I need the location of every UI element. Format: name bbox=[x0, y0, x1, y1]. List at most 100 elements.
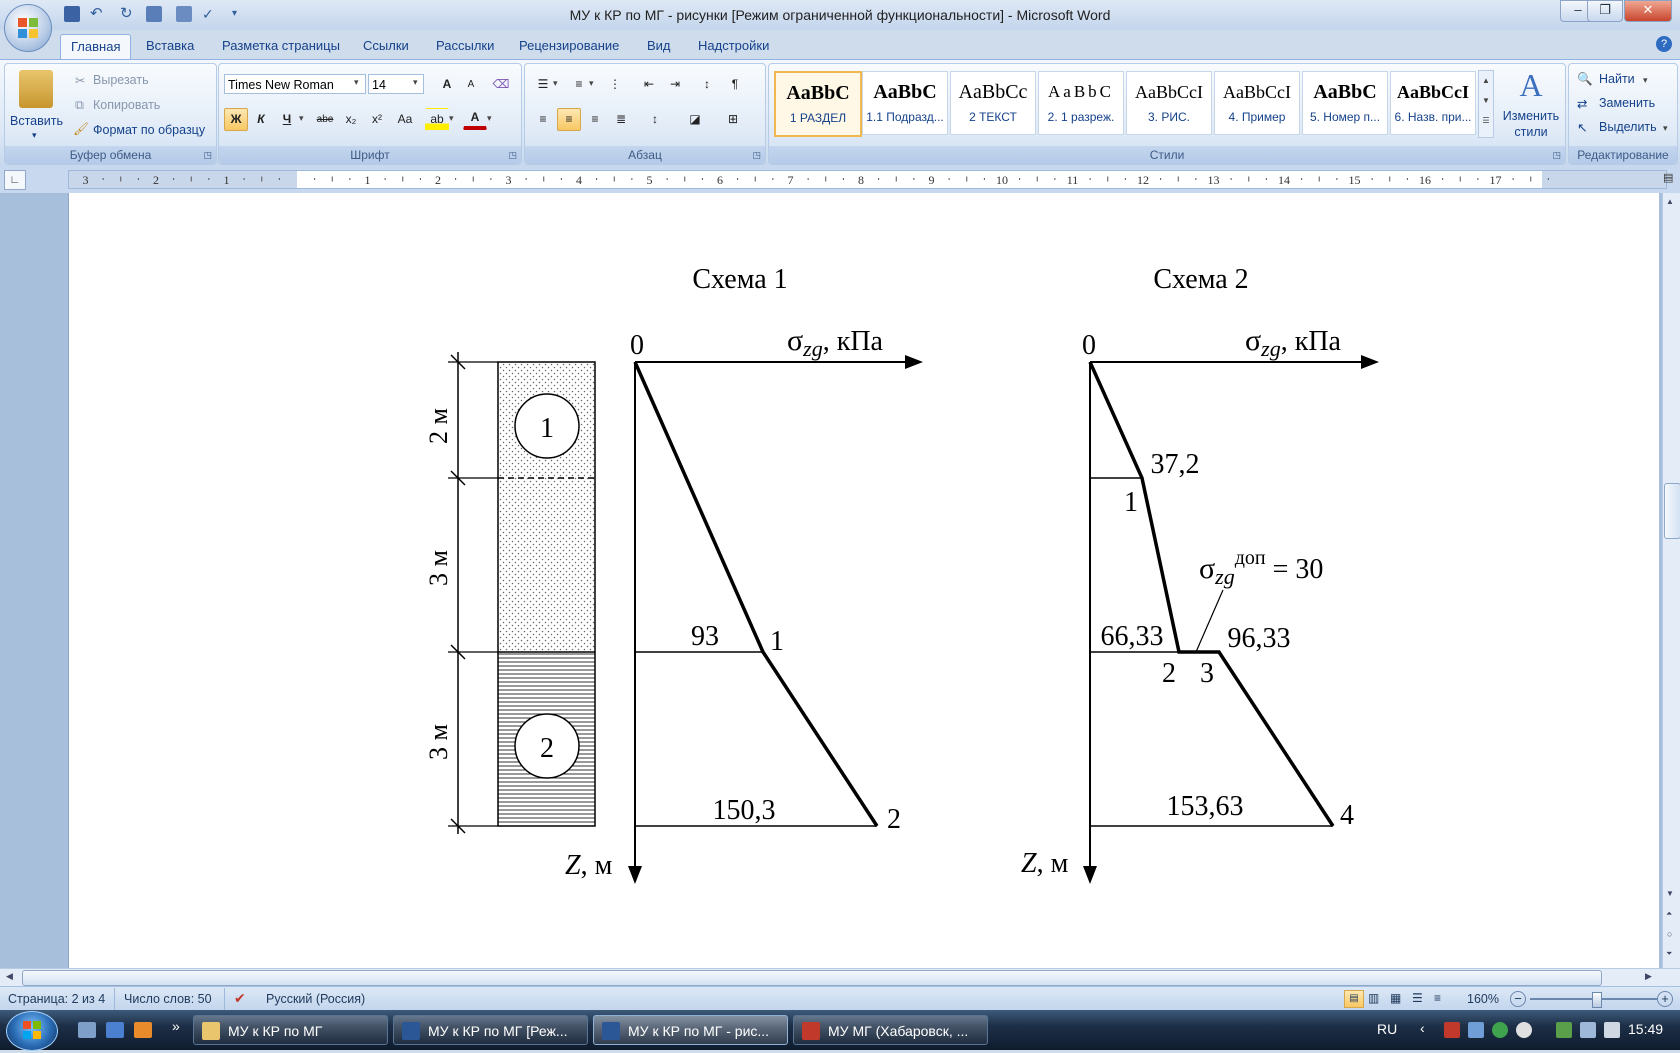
scroll-up-icon[interactable]: ▲ bbox=[1666, 197, 1674, 206]
format-painter-button[interactable]: Формат по образцу bbox=[93, 123, 205, 137]
bullets-icon[interactable]: ☰ bbox=[531, 73, 555, 96]
numbering-icon[interactable]: ≡ bbox=[567, 73, 591, 96]
horizontal-scrollbar[interactable]: ◀ ▶ bbox=[0, 968, 1680, 987]
print-preview-icon[interactable] bbox=[146, 6, 162, 22]
tray-app-icon[interactable] bbox=[1516, 1022, 1532, 1038]
ruler-strip[interactable]: 3 2 1 1 2 3 4 5 6 7 8 9 10 11 12 13 14 15 16 17 bbox=[68, 170, 1667, 189]
scroll-right-icon[interactable]: ▶ bbox=[1645, 971, 1652, 982]
tray-app-icon[interactable] bbox=[1468, 1022, 1484, 1038]
vertical-scroll-thumb[interactable] bbox=[1664, 483, 1680, 539]
proofing-icon[interactable]: ✔ bbox=[234, 990, 246, 1007]
tab-selector-icon[interactable]: ∟ bbox=[4, 170, 26, 190]
tray-app-icon[interactable] bbox=[1444, 1022, 1460, 1038]
font-name-dropdown-icon[interactable]: ▾ bbox=[354, 77, 359, 88]
page-count[interactable]: Страница: 2 из 4 bbox=[8, 992, 105, 1006]
style-item[interactable]: AaBbC 1 РАЗДЕЛ bbox=[774, 71, 862, 137]
shrink-font-button[interactable]: A bbox=[459, 73, 483, 96]
style-item[interactable]: AaBbCcI 3. РИС. bbox=[1126, 71, 1212, 135]
redo-icon[interactable]: ↻ bbox=[120, 6, 136, 22]
tray-app-icon[interactable] bbox=[1492, 1022, 1508, 1038]
paste-button[interactable]: Вставить bbox=[10, 114, 63, 128]
outline-view-icon[interactable]: ☰ bbox=[1412, 991, 1423, 1005]
show-formatting-button[interactable]: ¶ bbox=[723, 73, 747, 96]
multilevel-list-icon[interactable]: ⋮ bbox=[603, 73, 627, 96]
clear-formatting-icon[interactable]: ⌫ bbox=[489, 73, 513, 96]
tab-references[interactable]: Ссылки bbox=[353, 34, 419, 58]
horizontal-scroll-thumb[interactable] bbox=[22, 970, 1602, 986]
media-player-icon[interactable] bbox=[134, 1022, 152, 1038]
strikethrough-button[interactable]: abe bbox=[313, 108, 337, 131]
highlight-dropdown-icon[interactable]: ▾ bbox=[449, 113, 454, 124]
close-button[interactable]: ✕ bbox=[1624, 0, 1672, 22]
tab-view[interactable]: Вид bbox=[637, 34, 681, 58]
decrease-indent-icon[interactable]: ⇤ bbox=[637, 73, 661, 96]
style-item[interactable]: AaBbCcI 6. Назв. при... bbox=[1390, 71, 1476, 135]
borders-icon[interactable]: ⊞ bbox=[721, 108, 745, 131]
word-count[interactable]: Число слов: 50 bbox=[124, 992, 212, 1006]
start-button[interactable] bbox=[6, 1011, 58, 1051]
change-case-button[interactable]: Aa bbox=[393, 108, 417, 131]
tab-mailings[interactable]: Рассылки bbox=[426, 34, 504, 58]
change-styles-button[interactable]: Изменить стили bbox=[1501, 108, 1561, 140]
clock[interactable]: 15:49 bbox=[1628, 1021, 1663, 1037]
maximize-button[interactable]: ❐ bbox=[1587, 0, 1623, 22]
font-color-dropdown-icon[interactable]: ▾ bbox=[487, 113, 492, 124]
select-button[interactable]: Выделить bbox=[1599, 120, 1657, 134]
bullets-dropdown-icon[interactable]: ▾ bbox=[553, 78, 558, 89]
highlight-button[interactable]: ab bbox=[425, 108, 449, 131]
quick-launch-more-icon[interactable]: » bbox=[172, 1018, 180, 1034]
save-icon[interactable] bbox=[64, 6, 80, 22]
volume-icon[interactable] bbox=[1604, 1022, 1620, 1038]
numbering-dropdown-icon[interactable]: ▾ bbox=[589, 78, 594, 89]
style-item[interactable]: AaBbC 2. 1 разреж. bbox=[1038, 71, 1124, 135]
scroll-down-icon[interactable]: ▼ bbox=[1666, 889, 1674, 898]
view-ruler-icon[interactable]: ▤ bbox=[1663, 171, 1677, 187]
increase-indent-icon[interactable]: ⇥ bbox=[663, 73, 687, 96]
font-name-combo[interactable]: Times New Roman bbox=[224, 74, 366, 94]
taskbar-button[interactable]: МУ к КР по МГ - рис... bbox=[593, 1015, 788, 1045]
show-desktop-icon[interactable] bbox=[78, 1022, 96, 1038]
grow-font-button[interactable]: A bbox=[435, 73, 459, 96]
font-size-dropdown-icon[interactable]: ▾ bbox=[413, 77, 418, 88]
find-button[interactable]: Найти bbox=[1599, 72, 1635, 86]
clipboard-dialog-launcher-icon[interactable]: ◳ bbox=[203, 150, 212, 161]
language-indicator[interactable]: Русский (Россия) bbox=[266, 992, 365, 1006]
shading-icon[interactable]: ◪ bbox=[683, 108, 707, 131]
find-dropdown-icon[interactable]: ▾ bbox=[1643, 75, 1648, 86]
browse-object-icon[interactable]: ○ bbox=[1667, 929, 1672, 939]
style-item[interactable]: AaBbC 1.1 Подразд... bbox=[862, 71, 948, 135]
web-layout-icon[interactable]: ▦ bbox=[1390, 991, 1401, 1005]
sort-icon[interactable]: ↕ bbox=[695, 73, 719, 96]
subscript-button[interactable]: x₂ bbox=[339, 108, 363, 131]
zoom-level[interactable]: 160% bbox=[1467, 992, 1499, 1006]
cut-button[interactable]: Вырезать bbox=[93, 73, 149, 87]
zoom-out-icon[interactable]: − bbox=[1510, 991, 1526, 1007]
tab-addins[interactable]: Надстройки bbox=[688, 34, 779, 58]
underline-button[interactable]: Ч bbox=[275, 108, 299, 131]
styles-scroll[interactable]: ▲ ▼ ☰ bbox=[1478, 70, 1494, 138]
tab-insert[interactable]: Вставка bbox=[136, 34, 204, 58]
superscript-button[interactable]: x² bbox=[365, 108, 389, 131]
taskbar-button[interactable]: МУ к КР по МГ [Реж... bbox=[393, 1015, 588, 1045]
undo-icon[interactable]: ↶ bbox=[90, 6, 106, 22]
tab-home[interactable]: Главная bbox=[60, 34, 132, 59]
zoom-in-icon[interactable]: + bbox=[1657, 991, 1673, 1007]
style-item[interactable]: AaBbCc 2 ТЕКСТ bbox=[950, 71, 1036, 135]
tab-review[interactable]: Рецензирование bbox=[509, 34, 629, 58]
full-screen-reading-icon[interactable]: ▥ bbox=[1368, 991, 1379, 1005]
taskbar-button[interactable]: МУ к КР по МГ bbox=[193, 1015, 388, 1045]
bold-button[interactable]: Ж bbox=[224, 108, 248, 131]
styles-dialog-launcher-icon[interactable]: ◳ bbox=[1552, 150, 1561, 161]
underline-dropdown-icon[interactable]: ▾ bbox=[299, 113, 304, 124]
next-page-icon[interactable]: ⏷ bbox=[1666, 949, 1672, 959]
justify-icon[interactable]: ≣ bbox=[609, 108, 633, 131]
align-left-icon[interactable]: ≡ bbox=[531, 108, 555, 131]
paste-dropdown-icon[interactable]: ▾ bbox=[32, 130, 37, 141]
help-icon[interactable]: ? bbox=[1656, 36, 1672, 52]
network-icon[interactable] bbox=[1580, 1022, 1596, 1038]
switch-windows-icon[interactable] bbox=[106, 1022, 124, 1038]
scroll-left-icon[interactable]: ◀ bbox=[6, 971, 13, 982]
style-item[interactable]: AaBbC 5. Номер п... bbox=[1302, 71, 1388, 135]
battery-icon[interactable] bbox=[1556, 1022, 1572, 1038]
align-right-icon[interactable]: ≡ bbox=[583, 108, 607, 131]
